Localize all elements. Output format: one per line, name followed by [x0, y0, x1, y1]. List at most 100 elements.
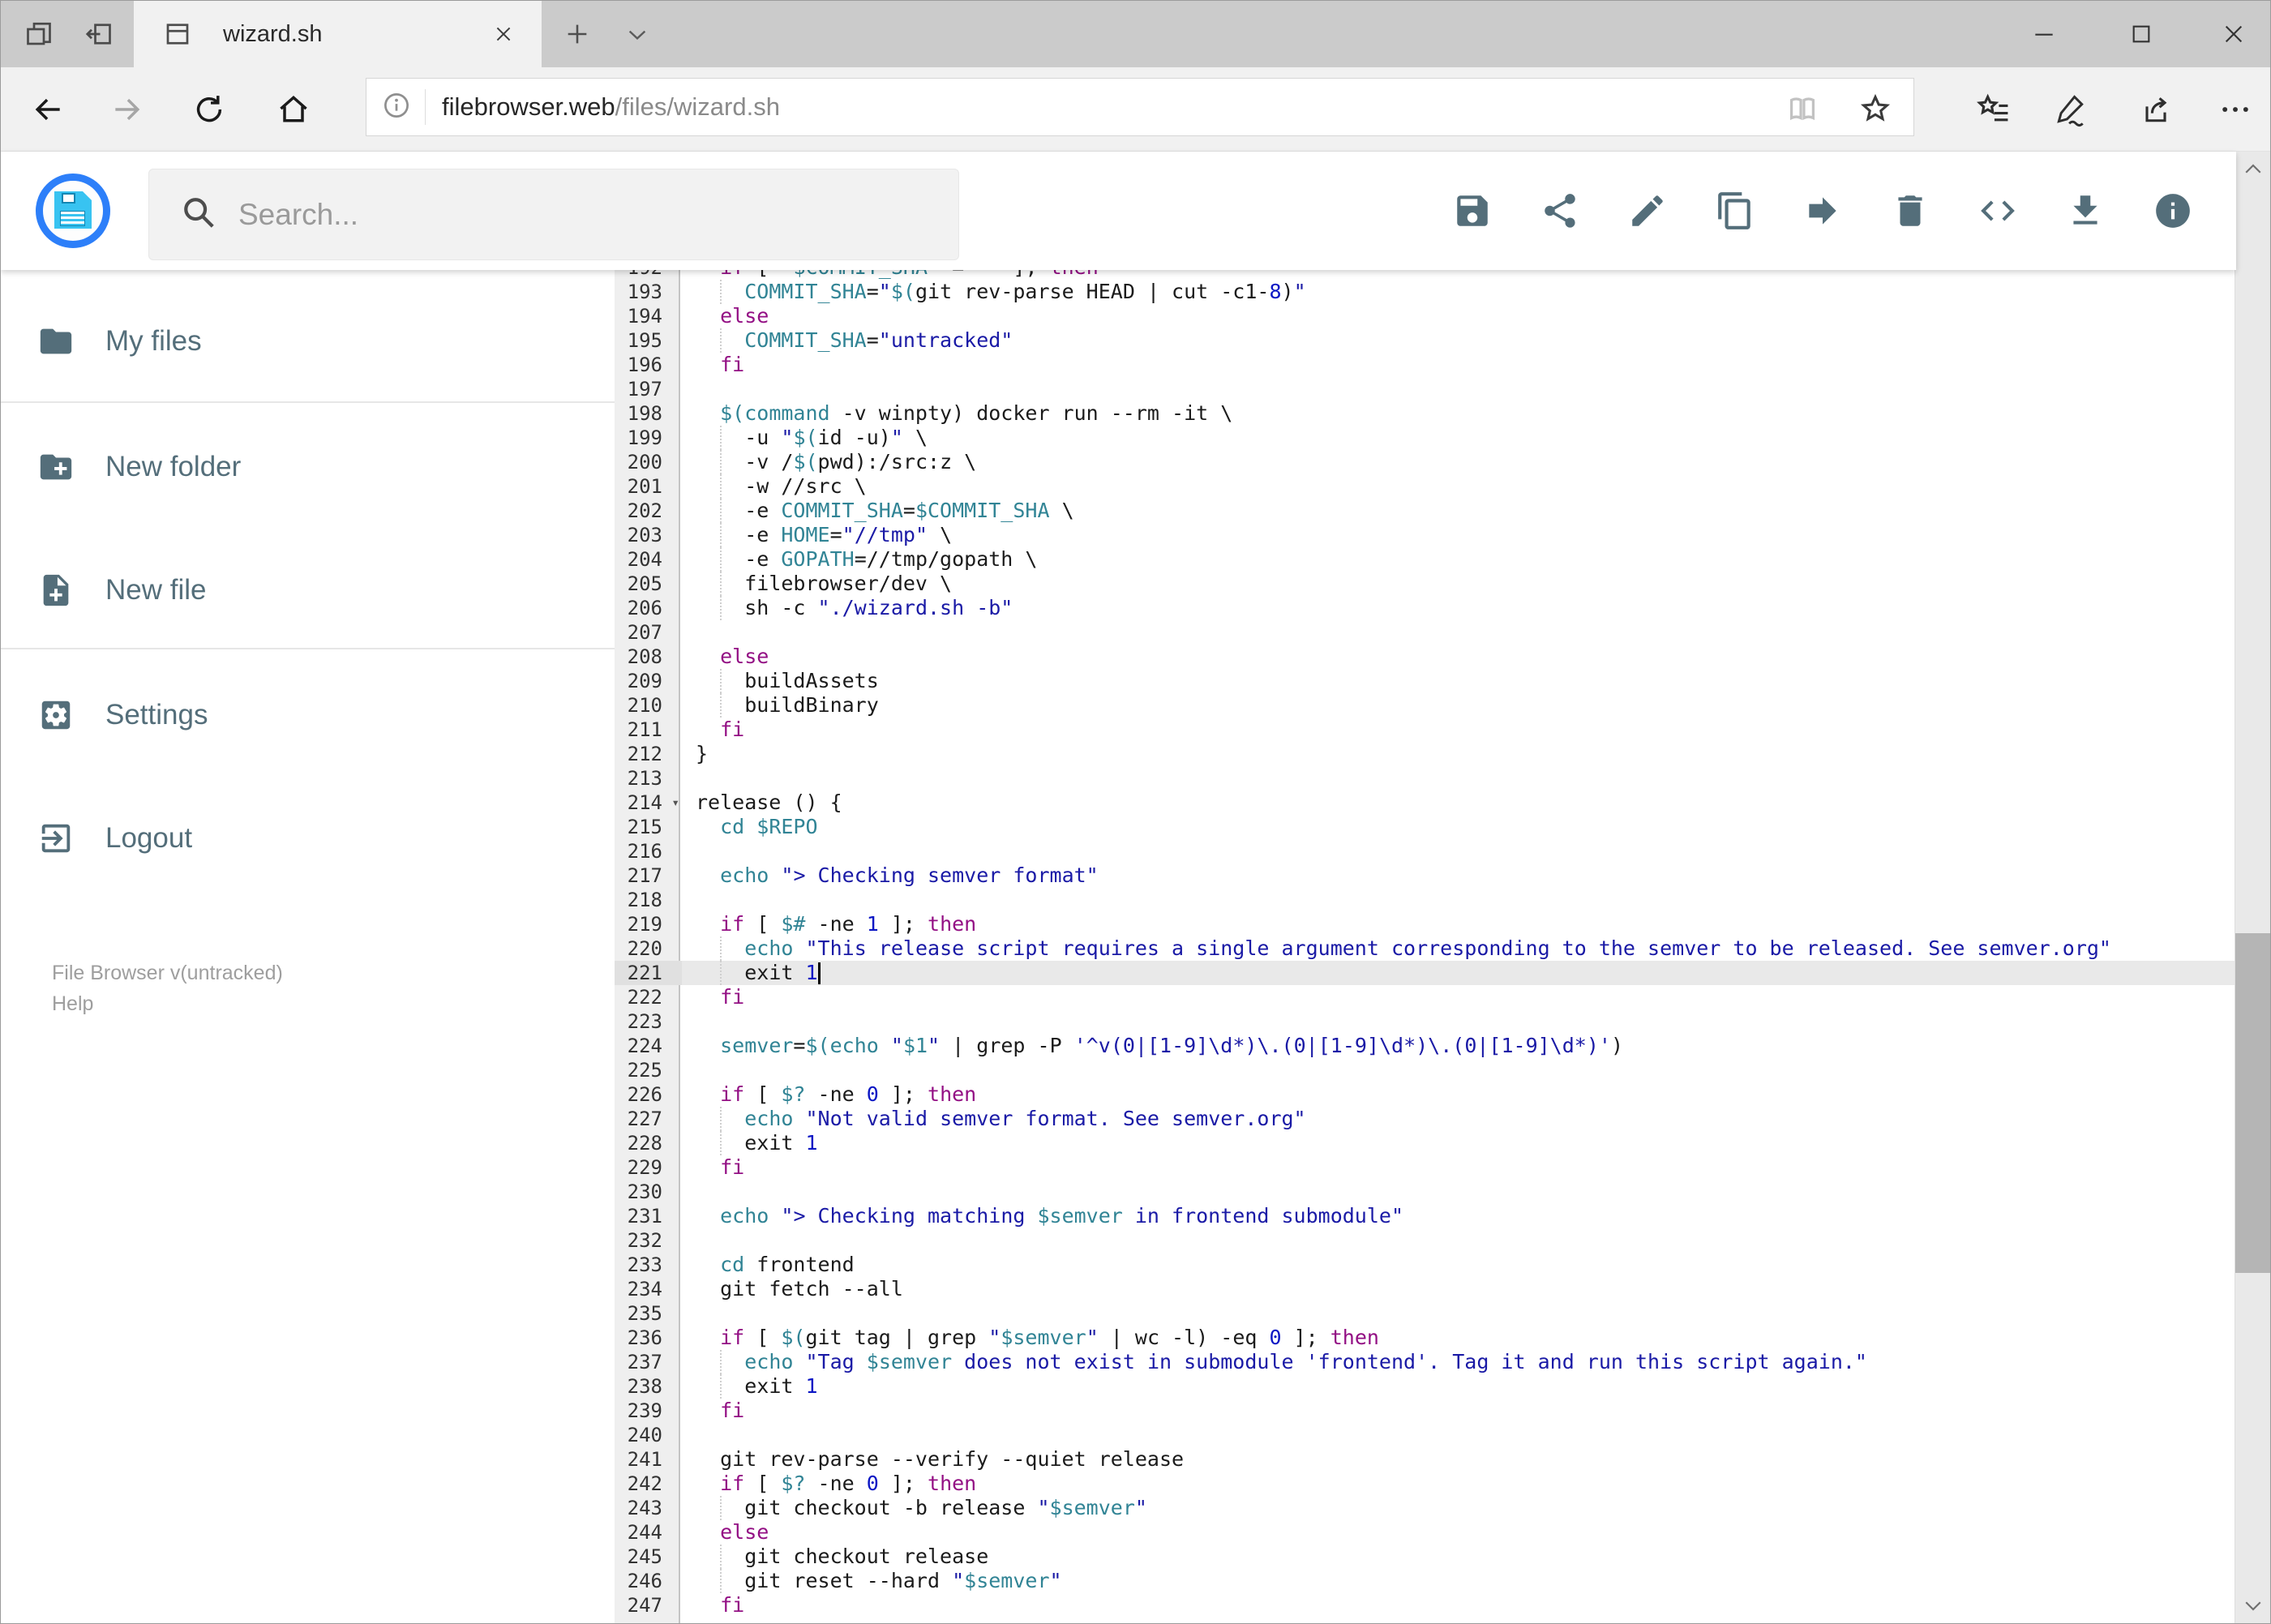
code-button[interactable] — [1977, 191, 2018, 231]
code-line[interactable]: 245 git checkout release — [615, 1545, 2236, 1569]
sidebar-item-new-file[interactable]: New file — [1, 551, 615, 629]
sidebar-item-my-files[interactable]: My files — [1, 302, 615, 380]
home-icon[interactable] — [276, 92, 311, 127]
code-line[interactable]: 222 fi — [615, 985, 2236, 1009]
filebrowser-logo[interactable] — [36, 174, 110, 248]
tab-preview-icon[interactable] — [20, 1, 58, 67]
tab-close-icon[interactable] — [490, 20, 517, 48]
minimize-button[interactable] — [2016, 1, 2072, 67]
download-button[interactable] — [2065, 191, 2106, 231]
maximize-button[interactable] — [2113, 1, 2170, 67]
code-line[interactable]: 208 else — [615, 645, 2236, 669]
code-line[interactable]: 232 — [615, 1228, 2236, 1253]
back-icon[interactable] — [30, 92, 66, 127]
code-line[interactable]: 207 — [615, 620, 2236, 645]
code-line[interactable]: 196 fi — [615, 353, 2236, 377]
search-bar[interactable] — [148, 169, 959, 260]
code-line[interactable]: 219 if [ $# -ne 1 ]; then — [615, 912, 2236, 936]
code-line[interactable]: 246 git reset --hard "$semver" — [615, 1569, 2236, 1593]
delete-button[interactable] — [1890, 191, 1930, 231]
code-line[interactable]: 194 else — [615, 304, 2236, 328]
code-line[interactable]: 240 — [615, 1423, 2236, 1447]
code-line[interactable]: 244 else — [615, 1520, 2236, 1545]
code-line[interactable]: 200 -v /$(pwd):/src:z \ — [615, 450, 2236, 474]
refresh-icon[interactable] — [191, 92, 227, 127]
code-line[interactable]: 237 echo "Tag $semver does not exist in … — [615, 1350, 2236, 1374]
code-line[interactable]: 206 sh -c "./wizard.sh -b" — [615, 596, 2236, 620]
code-line[interactable]: 209 buildAssets — [615, 669, 2236, 693]
scroll-up-icon[interactable] — [2235, 152, 2270, 187]
code-line[interactable]: 199 -u "$(id -u)" \ — [615, 426, 2236, 450]
code-line[interactable]: 221 exit 1 — [615, 961, 2236, 985]
sidebar-item-logout[interactable]: Logout — [1, 799, 615, 877]
code-line[interactable]: 216 — [615, 839, 2236, 863]
code-line[interactable]: 195 COMMIT_SHA="untracked" — [615, 328, 2236, 353]
code-line[interactable]: 236 if [ $(git tag | grep "$semver" | wc… — [615, 1326, 2236, 1350]
code-line[interactable]: 202 -e COMMIT_SHA=$COMMIT_SHA \ — [615, 499, 2236, 523]
page-scrollbar[interactable] — [2235, 152, 2270, 1623]
share-button[interactable] — [1540, 191, 1580, 231]
sidebar-item-new-folder[interactable]: New folder — [1, 428, 615, 506]
code-line[interactable]: 193 COMMIT_SHA="$(git rev-parse HEAD | c… — [615, 280, 2236, 304]
code-line[interactable]: 247 fi — [615, 1593, 2236, 1618]
new-tab-button[interactable] — [559, 1, 596, 67]
tab-list-chevron-icon[interactable] — [619, 1, 656, 67]
info-button[interactable] — [2153, 191, 2193, 231]
browser-tab[interactable]: wizard.sh — [134, 1, 542, 67]
code-line[interactable]: 192 if [ "$COMMIT_SHA" = "" ]; then — [615, 270, 2236, 280]
move-button[interactable] — [1802, 191, 1843, 231]
code-line[interactable]: 218 — [615, 888, 2236, 912]
code-editor[interactable]: 192 if [ "$COMMIT_SHA" = "" ]; then193 C… — [615, 270, 2236, 1623]
code-line[interactable]: 226 if [ $? -ne 0 ]; then — [615, 1082, 2236, 1107]
code-line[interactable]: 231 echo "> Checking matching $semver in… — [615, 1204, 2236, 1228]
code-line[interactable]: 212} — [615, 742, 2236, 766]
code-line[interactable]: 220 echo "This release script requires a… — [615, 936, 2236, 961]
code-line[interactable]: 214 ▾ release () { — [615, 791, 2236, 815]
code-line[interactable]: 204 -e GOPATH=//tmp/gopath \ — [615, 547, 2236, 572]
code-line[interactable]: 198 $(command -v winpty) docker run --rm… — [615, 401, 2236, 426]
code-line[interactable]: 205 filebrowser/dev \ — [615, 572, 2236, 596]
code-line[interactable]: 230 — [615, 1180, 2236, 1204]
edit-button[interactable] — [1627, 191, 1668, 231]
code-line[interactable]: 243 git checkout -b release "$semver" — [615, 1496, 2236, 1520]
forward-icon[interactable] — [109, 92, 145, 127]
more-options-icon[interactable] — [2217, 92, 2253, 127]
code-line[interactable]: 223 — [615, 1009, 2236, 1034]
scroll-down-icon[interactable] — [2235, 1588, 2270, 1623]
code-line[interactable]: 215 cd $REPO — [615, 815, 2236, 839]
annotate-pen-icon[interactable] — [2053, 92, 2089, 127]
code-line[interactable]: 210 buildBinary — [615, 693, 2236, 718]
code-line[interactable]: 211 fi — [615, 718, 2236, 742]
help-link[interactable]: Help — [52, 988, 283, 1019]
fold-arrow-icon[interactable]: ▾ — [671, 791, 679, 815]
url-field[interactable]: filebrowser.web/files/wizard.sh — [366, 78, 1914, 136]
favorite-star-icon[interactable] — [1857, 90, 1894, 127]
code-line[interactable]: 235 — [615, 1301, 2236, 1326]
code-line[interactable]: 225 — [615, 1058, 2236, 1082]
code-line[interactable]: 239 fi — [615, 1399, 2236, 1423]
set-tabs-aside-icon[interactable] — [80, 1, 118, 67]
code-line[interactable]: 229 fi — [615, 1155, 2236, 1180]
code-line[interactable]: 241 git rev-parse --verify --quiet relea… — [615, 1447, 2236, 1472]
code-line[interactable]: 238 exit 1 — [615, 1374, 2236, 1399]
save-button[interactable] — [1452, 191, 1493, 231]
code-line[interactable]: 197 — [615, 377, 2236, 401]
code-line[interactable]: 242 if [ $? -ne 0 ]; then — [615, 1472, 2236, 1496]
code-line[interactable]: 234 git fetch --all — [615, 1277, 2236, 1301]
copy-button[interactable] — [1715, 191, 1755, 231]
site-info-icon[interactable] — [381, 90, 412, 125]
search-input[interactable] — [238, 197, 887, 232]
code-line[interactable]: 233 cd frontend — [615, 1253, 2236, 1277]
code-line[interactable]: 213 — [615, 766, 2236, 791]
sidebar-item-settings[interactable]: Settings — [1, 676, 615, 754]
code-line[interactable]: 217 echo "> Checking semver format" — [615, 863, 2236, 888]
close-button[interactable] — [2205, 1, 2262, 67]
share-icon-browser[interactable] — [2138, 92, 2174, 127]
code-line[interactable]: 224 semver=$(echo "$1" | grep -P '^v(0|[… — [615, 1034, 2236, 1058]
code-line[interactable]: 228 exit 1 — [615, 1131, 2236, 1155]
code-line[interactable]: 227 echo "Not valid semver format. See s… — [615, 1107, 2236, 1131]
hub-favorites-icon[interactable] — [1976, 92, 2012, 127]
code-line[interactable]: 201 -w //src \ — [615, 474, 2236, 499]
scrollbar-thumb[interactable] — [2235, 933, 2270, 1273]
code-line[interactable]: 203 -e HOME="//tmp" \ — [615, 523, 2236, 547]
